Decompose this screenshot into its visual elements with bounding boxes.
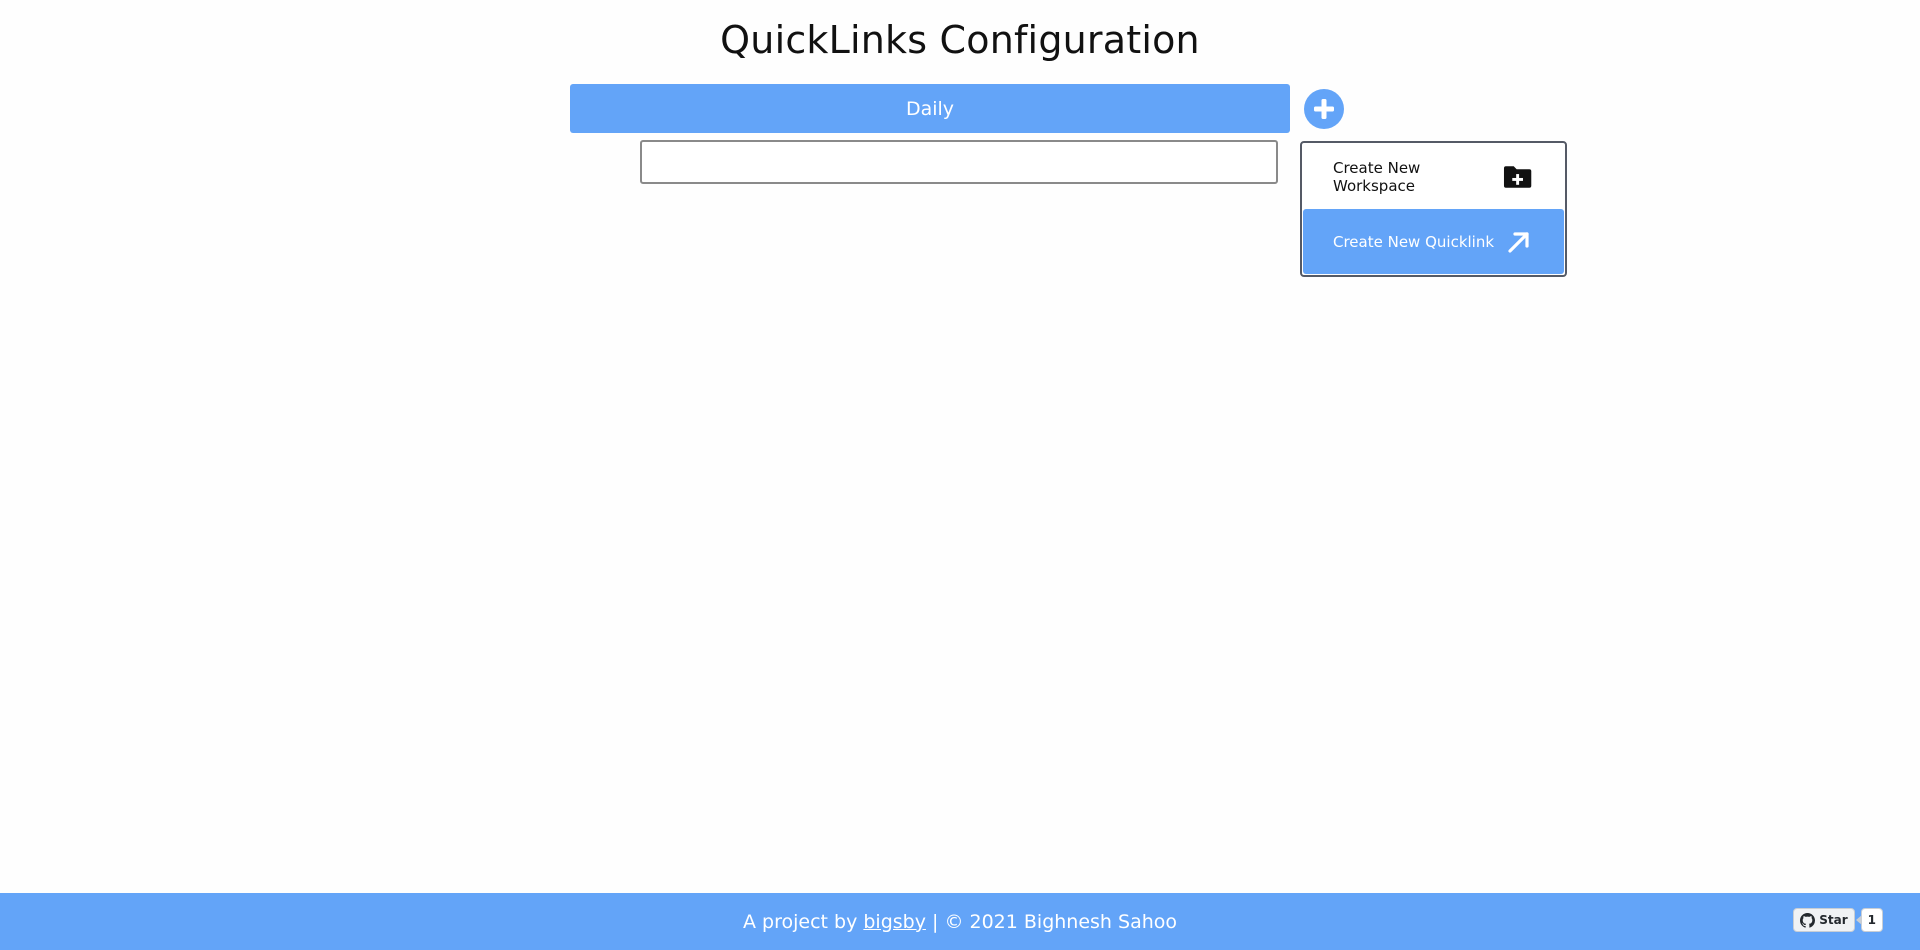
plus-icon bbox=[1314, 99, 1334, 119]
create-quicklink-menu-item[interactable]: Create New Quicklink bbox=[1303, 209, 1564, 274]
folder-plus-icon bbox=[1503, 165, 1532, 188]
footer-text: A project by bigsby | © 2021 Bighnesh Sa… bbox=[0, 893, 1920, 950]
github-star-label: Star bbox=[1819, 913, 1848, 927]
footer-copyright: | © 2021 Bighnesh Sahoo bbox=[925, 910, 1178, 933]
author-link[interactable]: bigsby bbox=[863, 911, 926, 933]
create-menu: Create New Workspace Create New Quicklin… bbox=[1300, 141, 1567, 277]
footer: A project by bigsby | © 2021 Bighnesh Sa… bbox=[0, 893, 1920, 950]
create-quicklink-label: Create New Quicklink bbox=[1333, 232, 1495, 251]
github-star-count[interactable]: 1 bbox=[1855, 908, 1883, 932]
footer-prefix: A project by bbox=[742, 910, 864, 933]
github-icon bbox=[1800, 912, 1816, 928]
workspace-tab-label: Daily bbox=[905, 97, 955, 120]
page: QuickLinks Configuration Daily Create Ne… bbox=[0, 0, 1920, 950]
create-workspace-menu-item[interactable]: Create New Workspace bbox=[1303, 144, 1564, 209]
quicklink-input[interactable] bbox=[640, 140, 1278, 184]
arrow-up-right-icon bbox=[1508, 231, 1529, 253]
workspace-tab-daily[interactable]: Daily bbox=[570, 84, 1290, 133]
add-button[interactable] bbox=[1304, 89, 1344, 129]
github-star-button[interactable]: Star bbox=[1793, 908, 1855, 932]
create-workspace-label: Create New Workspace bbox=[1333, 158, 1421, 195]
github-star-widget: Star 1 bbox=[1793, 908, 1883, 932]
page-title: QuickLinks Configuration bbox=[720, 18, 1200, 62]
